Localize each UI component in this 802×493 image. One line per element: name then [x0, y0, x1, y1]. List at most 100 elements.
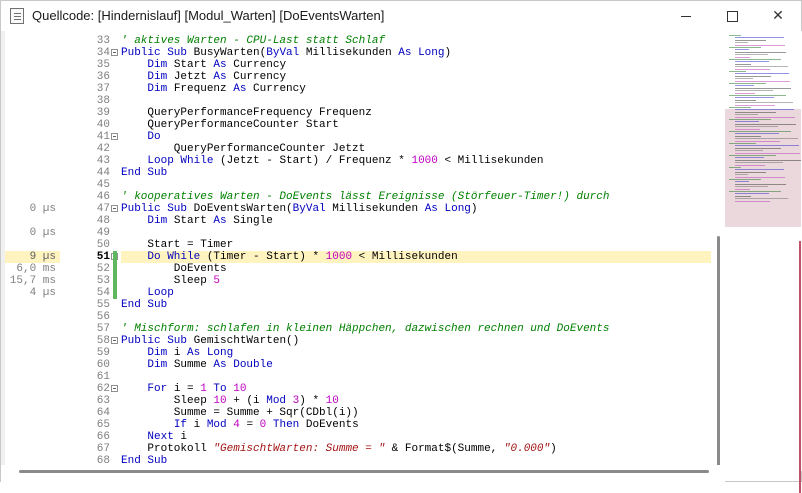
- minimap-line: [735, 176, 785, 178]
- code-line[interactable]: For i = 1 To 10: [121, 383, 246, 395]
- line-number: 51: [96, 251, 110, 263]
- code-token: Public Sub: [121, 47, 194, 59]
- code-line[interactable]: Next i: [121, 431, 187, 443]
- code-line[interactable]: Summe = Summe + Sqr(CDbl(i)): [121, 407, 359, 419]
- minimap-line: [735, 145, 799, 147]
- close-button[interactable]: ✕: [755, 1, 801, 31]
- line-number: 48: [96, 215, 110, 227]
- code-line[interactable]: QueryPerformanceCounter Start: [121, 119, 339, 131]
- close-icon: ✕: [772, 8, 784, 24]
- code-token: BusyWarten(: [193, 47, 267, 59]
- code-token: 1000: [325, 251, 353, 263]
- code-token: ): [550, 443, 557, 455]
- code-token: + (i: [226, 395, 267, 407]
- minimap-line: [735, 123, 796, 125]
- code-line[interactable]: If i Mod 4 = 0 Then DoEvents: [121, 419, 359, 431]
- code-line[interactable]: Sleep 10 + (i Mod 3) * 10: [121, 395, 339, 407]
- minimap-line: [735, 140, 780, 142]
- code-token: As Double: [213, 359, 273, 371]
- fold-toggle-icon[interactable]: [111, 133, 118, 140]
- line-number: 55: [96, 299, 110, 311]
- minimap-line: [735, 102, 793, 104]
- minimap-line: [735, 42, 748, 44]
- line-number: 60: [96, 359, 110, 371]
- code-editor[interactable]: ' aktives Warten - CPU-Last statt Schlaf…: [121, 31, 711, 465]
- line-number: 59: [96, 347, 110, 359]
- code-line[interactable]: Dim Start As Currency: [121, 59, 286, 71]
- title-bar[interactable]: Quellcode: [Hindernislauf] [Modul_Warten…: [1, 1, 801, 31]
- fold-toggle-icon[interactable]: [111, 49, 118, 56]
- code-line[interactable]: Public Sub DoEventsWarten(ByVal Millisek…: [121, 203, 478, 215]
- minimap-line: [729, 131, 791, 132]
- code-line[interactable]: Dim i As Long: [121, 347, 233, 359]
- timing-value: 0 µs: [29, 227, 56, 239]
- code-token: Public Sub: [121, 335, 194, 347]
- code-token: Loop: [147, 287, 174, 299]
- minimap-line: [735, 186, 768, 188]
- horizontal-scroll-thumb[interactable]: [19, 470, 709, 473]
- code-token: QueryPerformanceCounter Start: [121, 119, 339, 131]
- code-line[interactable]: Dim Start As Single: [121, 215, 272, 227]
- maximize-button[interactable]: [709, 1, 755, 31]
- code-line[interactable]: End Sub: [121, 167, 167, 179]
- code-line[interactable]: End Sub: [121, 299, 167, 311]
- horizontal-scrollbar[interactable]: [1, 465, 711, 483]
- vertical-scrollbar[interactable]: [711, 31, 725, 472]
- minimap-line: [735, 78, 753, 80]
- code-minimap[interactable]: [725, 31, 802, 493]
- code-token: As Long: [424, 203, 471, 215]
- code-line[interactable]: QueryPerformanceFrequency Frequenz: [121, 107, 371, 119]
- fold-toggle-icon[interactable]: [111, 337, 118, 344]
- code-token: ' kooperatives Warten - DoEvents lässt E…: [121, 191, 610, 203]
- code-line[interactable]: Dim Summe As Double: [121, 359, 273, 371]
- code-line[interactable]: Start = Timer: [121, 239, 233, 251]
- minimize-button[interactable]: [663, 1, 709, 31]
- minimap-line: [735, 169, 784, 171]
- minimap-line: [735, 85, 754, 87]
- code-token: ByVal: [266, 47, 306, 59]
- code-line[interactable]: Loop: [121, 287, 174, 299]
- minimap-line: [735, 61, 769, 63]
- code-line[interactable]: ' Mischform: schlafen in kleinen Häppche…: [121, 323, 609, 335]
- minimap-line: [735, 174, 748, 176]
- code-line[interactable]: Public Sub BusyWarten(ByVal Millisekunde…: [121, 47, 451, 59]
- code-token: Protokoll: [121, 443, 214, 455]
- code-line[interactable]: Public Sub GemischtWarten(): [121, 335, 299, 347]
- fold-toggle-icon[interactable]: [111, 205, 118, 212]
- code-token: ): [470, 203, 478, 215]
- code-line[interactable]: Dim Frequenz As Currency: [121, 83, 305, 95]
- code-line[interactable]: QueryPerformanceCounter Jetzt: [121, 143, 365, 155]
- code-line[interactable]: Sleep 5: [121, 275, 220, 287]
- code-token: As Long: [187, 347, 234, 359]
- code-token: Dim: [147, 347, 174, 359]
- code-line[interactable]: ' kooperatives Warten - DoEvents lässt E…: [121, 191, 609, 203]
- code-line[interactable]: DoEvents: [121, 263, 227, 275]
- code-line[interactable]: End Sub: [121, 455, 167, 465]
- fold-toggle-icon[interactable]: [111, 385, 118, 392]
- code-token: & Format$(Summe,: [385, 443, 504, 455]
- minimap-line: [735, 133, 779, 135]
- code-token: ' Mischform: schlafen in kleinen Häppche…: [121, 323, 610, 335]
- vertical-scroll-thumb[interactable]: [717, 236, 720, 472]
- minimap-line: [735, 121, 759, 123]
- code-line[interactable]: Dim Jetzt As Currency: [121, 71, 286, 83]
- line-number-gutter[interactable]: 33 34 35 36 37 38 39 40 41 42 43 44 45 46 47 48 49 50 51 52…: [60, 31, 120, 467]
- code-line[interactable]: Do While (Timer - Start) * 1000 < Millis…: [121, 251, 711, 263]
- code-line[interactable]: ' aktives Warten - CPU-Last statt Schlaf: [121, 35, 385, 47]
- minimap-line: [735, 114, 758, 116]
- code-token: Mod: [266, 395, 293, 407]
- code-line[interactable]: Protokoll "GemischtWarten: Summe = " & F…: [121, 443, 557, 455]
- code-line[interactable]: Do: [121, 131, 160, 143]
- code-token: (Jetzt - Start) / Frequenz *: [220, 155, 412, 167]
- code-token: "GemischtWarten: Summe = ": [213, 443, 386, 455]
- code-line[interactable]: Loop While (Jetzt - Start) / Frequenz * …: [121, 155, 543, 167]
- minimap-line: [735, 193, 769, 195]
- code-token: Start = Timer: [121, 239, 234, 251]
- line-number: 64: [96, 407, 110, 419]
- code-token: Currency: [233, 59, 287, 71]
